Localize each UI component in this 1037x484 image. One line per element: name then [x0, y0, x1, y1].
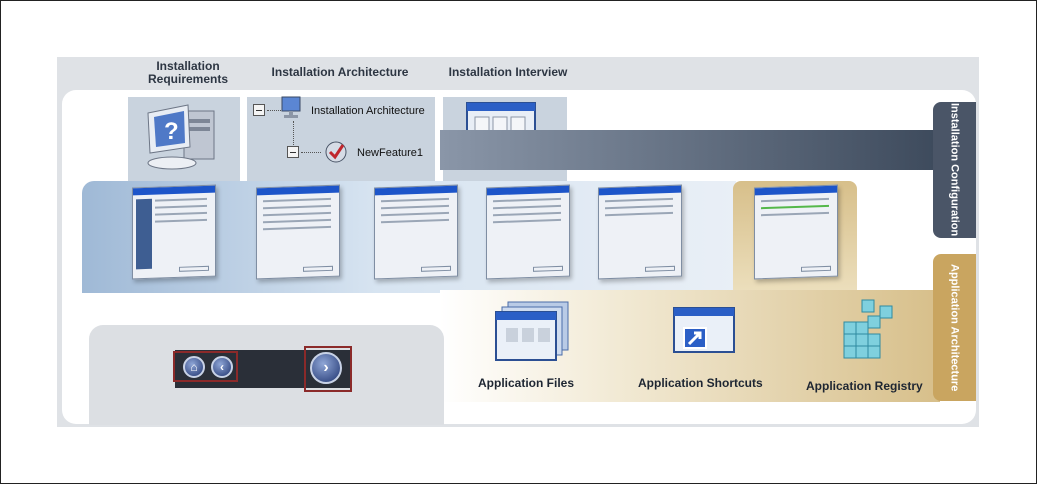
- tab-installation-configuration-label: Installation Configuration: [948, 103, 961, 237]
- tree-connector: [301, 152, 321, 153]
- tree-connector: [293, 121, 294, 145]
- application-registry-icon[interactable]: [836, 298, 902, 362]
- header-installation-architecture[interactable]: Installation Architecture: [262, 66, 418, 79]
- dialog-thumbnail-license[interactable]: [256, 184, 340, 280]
- computer-question-icon: ?: [147, 104, 215, 170]
- dialog-thumbnail-setup-type[interactable]: [486, 184, 570, 280]
- dialog-thumbnail-welcome[interactable]: [132, 184, 216, 280]
- collapse-feature-button[interactable]: [287, 146, 299, 158]
- svg-text:?: ?: [164, 118, 179, 145]
- header-installation-interview[interactable]: Installation Interview: [440, 66, 576, 79]
- dialog-thumbnail-ready[interactable]: [598, 184, 682, 280]
- feature-check-icon: [325, 141, 347, 163]
- architecture-tile[interactable]: Installation Architecture NewFeature1: [247, 96, 435, 181]
- dialog-thumbnail-progress[interactable]: [754, 184, 838, 280]
- collapse-root-button[interactable]: [253, 104, 265, 116]
- configuration-band: [440, 130, 940, 170]
- tab-application-architecture[interactable]: Application Architecture: [933, 254, 976, 401]
- requirements-tile[interactable]: ?: [128, 97, 240, 181]
- dialog-thumbnail-customer-info[interactable]: [374, 184, 458, 280]
- tab-installation-configuration[interactable]: Installation Configuration: [933, 102, 976, 238]
- header-installation-requirements[interactable]: Installation Requirements: [138, 60, 238, 86]
- tree-item-newfeature1[interactable]: NewFeature1: [357, 147, 423, 159]
- application-shortcuts-label[interactable]: Application Shortcuts: [638, 376, 763, 390]
- application-files-icon[interactable]: [494, 300, 574, 364]
- monitor-icon: [281, 96, 301, 118]
- application-registry-label[interactable]: Application Registry: [806, 379, 923, 393]
- tree-item-installation-architecture[interactable]: Installation Architecture: [311, 105, 425, 117]
- next-highlight: [304, 346, 352, 392]
- home-back-highlight: [173, 351, 238, 382]
- application-shortcuts-icon[interactable]: [670, 306, 740, 364]
- tab-application-architecture-label: Application Architecture: [948, 263, 961, 392]
- application-files-label[interactable]: Application Files: [478, 376, 574, 390]
